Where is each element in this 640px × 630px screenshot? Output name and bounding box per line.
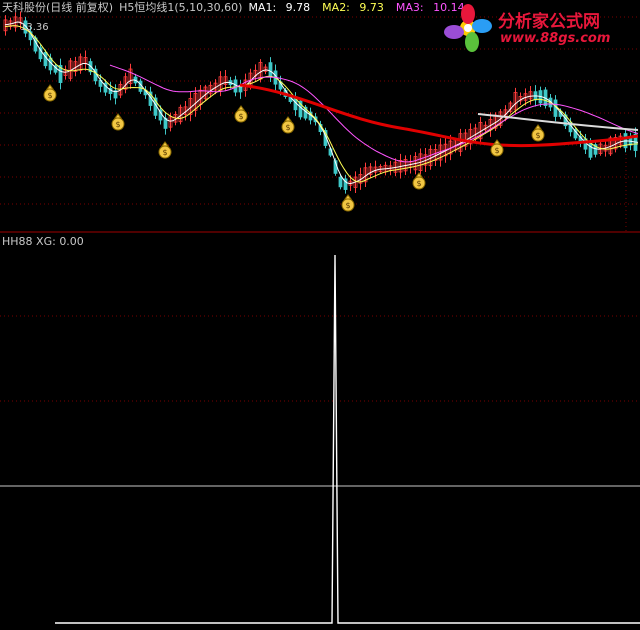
candle [268, 62, 273, 77]
brand-url: www.88gs.com [500, 31, 611, 46]
svg-text:$: $ [47, 91, 52, 100]
money-bag-icon: $ [234, 105, 248, 123]
pinwheel-logo-icon [444, 4, 492, 52]
ma1-readout: MA1: 9.78 [248, 1, 316, 14]
money-bag-icon: $ [43, 84, 57, 102]
money-bag-icon: $ [341, 194, 355, 212]
indicator-name: H5恒均线1(5,10,30,60) [119, 1, 243, 14]
indicator-panel-header: HH88 XG: 0.00 [2, 235, 84, 248]
price-panel-header: 天科股份(日线 前复权) H5恒均线1(5,10,30,60) MA1: 9.78 M… [2, 1, 477, 14]
xg-label: XG: [36, 235, 56, 248]
svg-text:$: $ [115, 120, 120, 129]
price-chart[interactable]: $ $ $ $ $ $ $ $ $ [0, 0, 640, 630]
svg-text:$: $ [416, 179, 421, 188]
brand-name: 分析家公式网 [498, 12, 600, 32]
stock-name: 天科股份(日线 前复权) [2, 1, 114, 14]
ma1-label: MA1: [248, 1, 277, 14]
money-bag-icon: $ [111, 113, 125, 131]
ma3-label: MA3: [395, 1, 424, 14]
money-bag-icon: $ [158, 141, 172, 159]
money-bag-icon: $ [281, 116, 295, 134]
brand-watermark: 分析家公式网 www.88gs.com [440, 0, 640, 56]
candle [43, 51, 48, 67]
svg-text:$: $ [285, 123, 290, 132]
ma2-readout: MA2: 9.73 [322, 1, 390, 14]
svg-text:$: $ [535, 131, 540, 140]
svg-text:$: $ [238, 112, 243, 121]
xg-signal-line [55, 254, 640, 624]
ma1-value: 9.78 [285, 1, 311, 14]
ma2-label: MA2: [322, 1, 350, 14]
money-bag-icon: $ [412, 172, 426, 190]
money-bag-icon: $ [490, 139, 504, 157]
candle [238, 86, 243, 93]
price-high-label: 13.36 [20, 22, 49, 33]
ma2-value: 9.73 [359, 1, 384, 14]
chart-window: $ $ $ $ $ $ $ $ $ 天科股份(日线 前复权) H5恒均线1(5,10,30,60)… [0, 0, 640, 630]
lower-indicator-name: HH88 [2, 235, 33, 248]
svg-text:$: $ [494, 146, 499, 155]
svg-text:$: $ [345, 201, 350, 210]
svg-text:$: $ [162, 148, 167, 157]
xg-value: 0.00 [59, 235, 84, 248]
money-bag-icon: $ [531, 124, 545, 142]
candle [338, 176, 343, 188]
